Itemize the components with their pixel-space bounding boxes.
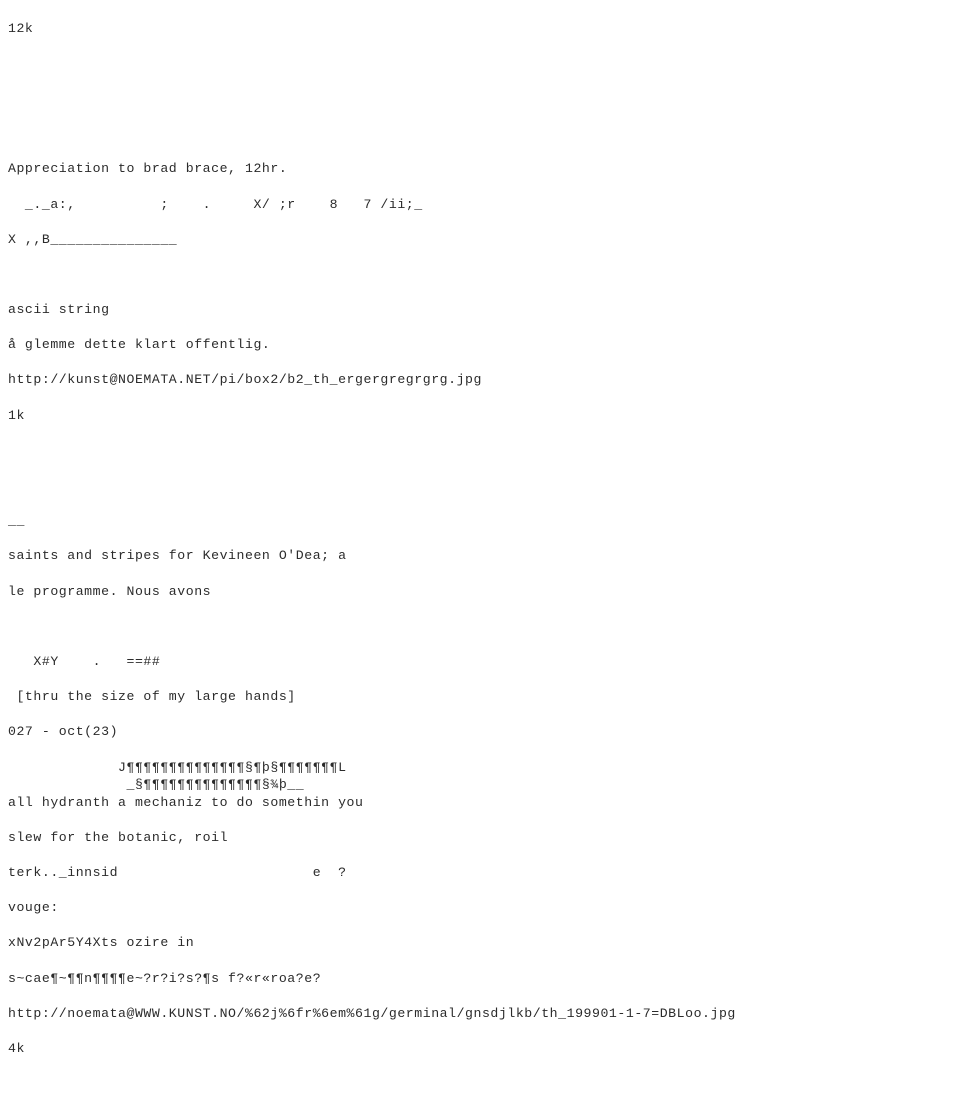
- line-blank-1: [8, 55, 736, 73]
- line-blank-3: [8, 266, 736, 284]
- line-oct: 027 - oct(23): [8, 724, 119, 740]
- line-programme: le programme. Nous avons: [8, 583, 212, 599]
- line-url-1: http://kunst@NOEMATA.NET/pi/box2/b2_th_e…: [8, 372, 482, 388]
- line-xy-row: X#Y . ==##: [8, 653, 161, 669]
- line-symbols-row: _._a:, ; . X/ ;r 8 7 /ii;_: [8, 196, 423, 212]
- line-url-2: http://noemata@WWW.KUNST.NO/%62j%6fr%6em…: [8, 1005, 736, 1021]
- line-norwegian: å glemme dette klart offentlig.: [8, 337, 271, 353]
- line-blank-6: [8, 618, 736, 636]
- line-size-4k: 4k: [8, 1041, 25, 1057]
- line-appreciation: Appreciation to brad brace, 12hr.: [8, 161, 288, 177]
- line-blank-5: [8, 477, 736, 495]
- line-xnv: xNv2pAr5Y4Xts ozire in: [8, 935, 195, 951]
- line-size-1k: 1k: [8, 407, 25, 423]
- line-hydranth: all hydranth a mechaniz to do somethin y…: [8, 794, 364, 810]
- line-pilcrow-row-2: _§¶¶¶¶¶¶¶¶¶¶¶¶¶¶§¾þ__: [8, 777, 305, 793]
- line-x-b-row: X ,,B_______________: [8, 231, 178, 247]
- line-vouge: vouge:: [8, 900, 59, 916]
- line-saints: saints and stripes for Kevineen O'Dea; a: [8, 548, 347, 564]
- line-underscore-separator: __: [8, 513, 25, 529]
- text-body: 12k Appreciation to brad brace, 12hr. _.…: [8, 2, 736, 1093]
- line-blank-2b: [8, 125, 736, 143]
- line-slew: slew for the botanic, roil: [8, 829, 229, 845]
- line-terk: terk.._innsid e ?: [8, 865, 347, 881]
- line-scae: s~cae¶~¶¶n¶¶¶¶e~?r?i?s?¶s f?«r«roa?e?: [8, 970, 322, 986]
- line-size-top: 12k: [8, 20, 34, 36]
- document-page: 12k Appreciation to brad brace, 12hr. _.…: [0, 0, 960, 1056]
- line-blank-2: [8, 90, 736, 108]
- line-pilcrow-row-1: J¶¶¶¶¶¶¶¶¶¶¶¶¶¶§¶þ§¶¶¶¶¶¶¶L: [8, 759, 347, 775]
- line-thru-hands: [thru the size of my large hands]: [8, 689, 296, 705]
- line-blank-4: [8, 442, 736, 460]
- line-ascii-string: ascii string: [8, 302, 110, 318]
